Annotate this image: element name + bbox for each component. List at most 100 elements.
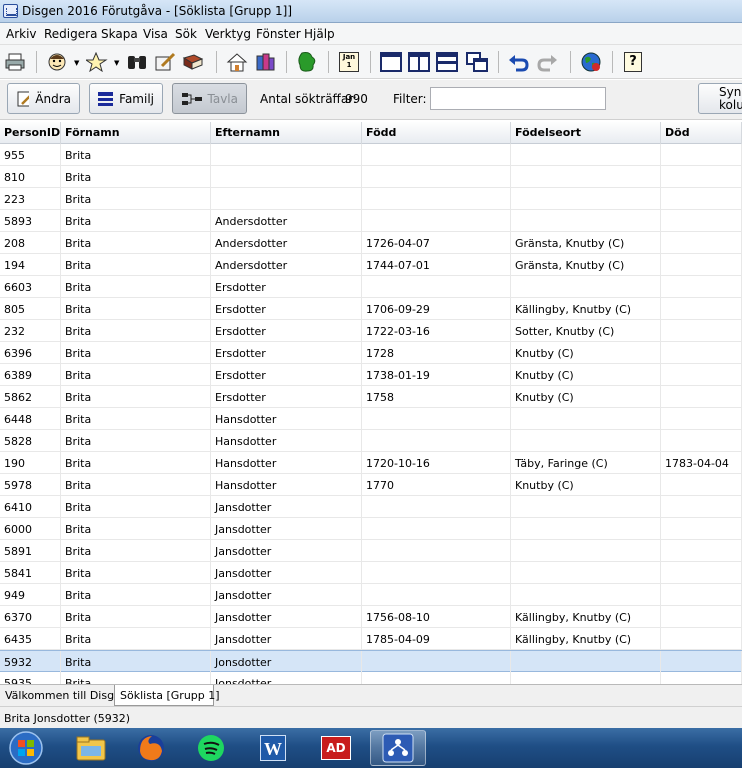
col-fodelseort-header[interactable]: Födelseort (511, 122, 661, 144)
table-row[interactable]: 949 Brita Jansdotter (0, 584, 742, 606)
table-row[interactable]: 5891 Brita Jansdotter (0, 540, 742, 562)
cell-dod (661, 628, 742, 649)
layout-rows-icon[interactable] (434, 49, 460, 75)
books-icon[interactable] (252, 49, 278, 75)
filter-input[interactable] (430, 87, 606, 110)
chevron-down-icon[interactable]: ▼ (74, 59, 79, 67)
cell-efternamn (211, 166, 362, 187)
table-row[interactable]: 6435 Brita Jansdotter 1785-04-09 Källingby, … (0, 628, 742, 650)
filter-label: Filter: (393, 92, 427, 106)
menu-hjalp[interactable]: Hjälp (304, 27, 335, 41)
person-icon[interactable] (44, 49, 70, 75)
map-icon[interactable] (294, 49, 320, 75)
table-row[interactable]: 6370 Brita Jansdotter 1756-08-10 Källingby, … (0, 606, 742, 628)
tree-button[interactable]: Tavla (172, 83, 247, 114)
table-row[interactable]: 810 Brita (0, 166, 742, 188)
cell-fodelseort (511, 651, 661, 672)
cell-fornamn: Brita (61, 166, 211, 187)
help-glyph: ? (624, 52, 642, 72)
redo-icon[interactable] (534, 49, 560, 75)
word-icon[interactable]: W (245, 730, 301, 766)
menu-redigera[interactable]: Redigera (44, 27, 97, 41)
book-icon[interactable] (180, 49, 206, 75)
table-row[interactable]: 6603 Brita Ersdotter (0, 276, 742, 298)
cell-fodd: 1728 (362, 342, 511, 363)
col-efternamn-header[interactable]: Efternamn (211, 122, 362, 144)
cell-fornamn: Brita (61, 518, 211, 539)
cell-efternamn (211, 144, 362, 165)
table-row[interactable]: 6000 Brita Jansdotter (0, 518, 742, 540)
table-row[interactable]: 805 Brita Ersdotter 1706-09-29 Källingby, Kn… (0, 298, 742, 320)
menu-skapa[interactable]: Skapa (101, 27, 138, 41)
table-row[interactable]: 194 Brita Andersdotter 1744-07-01 Gränsta, K… (0, 254, 742, 276)
spotify-icon[interactable] (183, 730, 239, 766)
binoculars-icon[interactable] (124, 49, 150, 75)
help-icon[interactable]: ? (620, 49, 646, 75)
toolbar-separator (570, 51, 571, 73)
tab-search-list[interactable]: Söklista [Grupp 1] (114, 685, 220, 706)
cell-dod (661, 276, 742, 297)
col-person-id-header[interactable]: PersonID (0, 122, 61, 144)
col-fornamn-header[interactable]: Förnamn (61, 122, 211, 144)
table-row[interactable]: 5841 Brita Jansdotter (0, 562, 742, 584)
edit-button[interactable]: Ändra (7, 83, 80, 114)
table-row[interactable]: 5862 Brita Ersdotter 1758 Knutby (C) (0, 386, 742, 408)
adobe-ad-icon[interactable]: AD (308, 730, 364, 766)
layout-cascade-icon[interactable] (464, 49, 490, 75)
table-row[interactable]: 5935 Brita Jonsdotter (0, 672, 742, 684)
disgen-app-icon[interactable] (3, 4, 18, 18)
cell-efternamn: Ersdotter (211, 386, 362, 407)
col-dod-header[interactable]: Död (661, 122, 742, 144)
action-bar: Ändra Familj Tavla Antal sökträffar: 990… (0, 80, 742, 120)
menu-fonster[interactable]: Fönster (256, 27, 301, 41)
undo-icon[interactable] (506, 49, 532, 75)
cell-fodd: 1738-01-19 (362, 364, 511, 385)
cell-fodd (362, 408, 511, 429)
cell-dod (661, 408, 742, 429)
person-star-icon[interactable] (84, 49, 110, 75)
layout-columns-icon[interactable] (406, 49, 432, 75)
col-fodd-header[interactable]: Född (362, 122, 511, 144)
table-row[interactable]: 190 Brita Hansdotter 1720-10-16 Täby, Faring… (0, 452, 742, 474)
chevron-down-icon[interactable]: ▼ (114, 59, 119, 67)
table-row[interactable]: 6448 Brita Hansdotter (0, 408, 742, 430)
family-button[interactable]: Familj (89, 83, 163, 114)
disgen-taskbar-icon[interactable] (370, 730, 426, 766)
cell-fodd (362, 540, 511, 561)
table-row[interactable]: 208 Brita Andersdotter 1726-04-07 Gränsta, K… (0, 232, 742, 254)
menu-arkiv[interactable]: Arkiv (6, 27, 37, 41)
sync-columns-button[interactable]: Synl kolun (698, 83, 742, 114)
table-row[interactable]: 5978 Brita Hansdotter 1770 Knutby (C) (0, 474, 742, 496)
table-row[interactable]: 5932 Brita Jonsdotter (0, 650, 742, 672)
cell-person-id: 5828 (0, 430, 61, 451)
table-row[interactable]: 6410 Brita Jansdotter (0, 496, 742, 518)
cell-fodelseort (511, 408, 661, 429)
table-row[interactable]: 955 Brita (0, 144, 742, 166)
cell-fodelseort (511, 584, 661, 605)
file-explorer-icon[interactable] (63, 730, 119, 766)
menu-verktyg[interactable]: Verktyg (205, 27, 251, 41)
table-row[interactable]: 232 Brita Ersdotter 1722-03-16 Sotter, Knutb… (0, 320, 742, 342)
menu-visa[interactable]: Visa (143, 27, 168, 41)
cell-fodelseort (511, 496, 661, 517)
firefox-icon[interactable] (123, 730, 179, 766)
home-icon[interactable] (224, 49, 250, 75)
start-orb-icon[interactable] (4, 730, 48, 766)
cell-efternamn: Andersdotter (211, 232, 362, 253)
menu-sok[interactable]: Sök (175, 27, 197, 41)
table-row[interactable]: 5893 Brita Andersdotter (0, 210, 742, 232)
table-row[interactable]: 5828 Brita Hansdotter (0, 430, 742, 452)
cell-fodd: 1756-08-10 (362, 606, 511, 627)
sync-columns-label-1: Synl (719, 84, 742, 99)
cell-dod: 1783-04-04 (661, 452, 742, 473)
table-row[interactable]: 6396 Brita Ersdotter 1728 Knutby (C) (0, 342, 742, 364)
edit-book-icon[interactable] (152, 49, 178, 75)
table-row[interactable]: 6389 Brita Ersdotter 1738-01-19 Knutby (C) (0, 364, 742, 386)
print-icon[interactable] (2, 49, 28, 75)
cell-dod (661, 232, 742, 253)
table-row[interactable]: 223 Brita (0, 188, 742, 210)
word-glyph: W (260, 735, 286, 761)
layout-single-icon[interactable] (378, 49, 404, 75)
globe-icon[interactable] (578, 49, 604, 75)
calendar-icon[interactable]: Jan 1 (336, 49, 362, 75)
